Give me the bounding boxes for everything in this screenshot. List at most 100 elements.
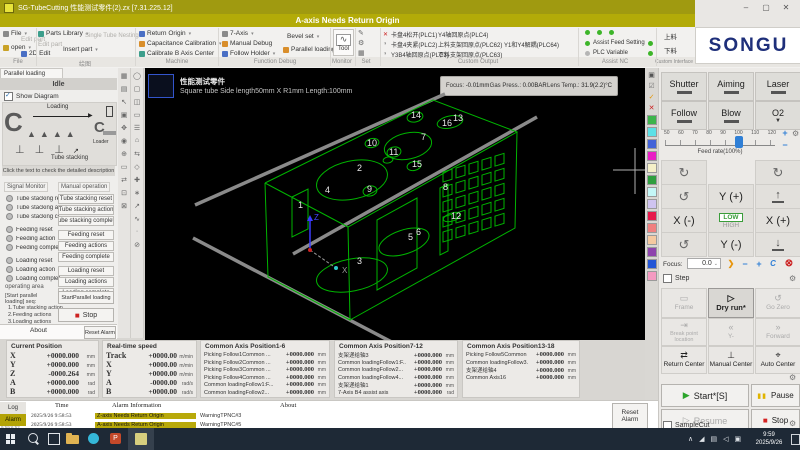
reset-alarm-button[interactable]: Reset Alarm — [612, 403, 648, 429]
rotate-a-minus-button[interactable]: ↺ — [661, 232, 707, 257]
file-explorer-icon[interactable] — [66, 435, 79, 444]
head-up-button[interactable]: ↑ — [755, 184, 800, 209]
calibrate-b-axis-button[interactable]: Calibrate B Axis Center — [139, 50, 214, 57]
go-zero-button[interactable]: ↺Go Zero — [755, 288, 800, 318]
palette-color-swatch[interactable] — [647, 259, 657, 269]
powerpoint-icon[interactable]: P — [110, 433, 121, 444]
palette-color-swatch[interactable] — [647, 187, 657, 197]
manual-center-button[interactable]: ⊥Manual Center — [708, 346, 754, 374]
cad-tool-icon[interactable]: ∿ — [134, 215, 140, 228]
tray-icon[interactable]: ▤ — [711, 435, 718, 443]
frame-button[interactable]: ▭Frame — [661, 288, 707, 318]
set-tool-icon[interactable]: ✎ — [358, 29, 365, 37]
cad-tool-icon[interactable]: ◇ — [134, 163, 139, 176]
break-point-button[interactable]: ⇥Break point location — [661, 318, 707, 346]
palette-color-swatch[interactable] — [647, 151, 657, 161]
show-diagram-checkbox[interactable]: Show Diagram — [4, 92, 59, 101]
focus-run-button[interactable]: ❯ — [725, 258, 737, 269]
palette-color-swatch[interactable] — [647, 199, 657, 209]
set-tool-icon[interactable]: ⚙ — [358, 39, 365, 47]
cad-tool-icon[interactable]: ⇆ — [134, 150, 140, 163]
cad-tool-icon[interactable]: ▢ — [134, 85, 141, 98]
taskbar-clock[interactable]: 9:59 2025/9/26 — [750, 431, 788, 448]
cad-tool-icon[interactable]: ◫ — [134, 98, 141, 111]
manual-operation-button[interactable]: Loading actions — [58, 277, 114, 287]
manual-operation-button[interactable]: Tube stacking action — [58, 205, 114, 215]
cad-tool-icon[interactable]: ⊡ — [121, 189, 127, 202]
cad-tool-icon[interactable]: ▭ — [121, 163, 128, 176]
cad-tool-icon[interactable]: · — [136, 228, 138, 241]
minimize-button[interactable]: – — [738, 2, 754, 13]
tray-icon[interactable]: ∧ — [688, 435, 693, 443]
palette-color-swatch[interactable] — [647, 235, 657, 245]
bevel-set-button[interactable]: Bevel set — [287, 33, 319, 40]
custom-output-extra[interactable]: Y1和Y4解耦(PLC64) — [504, 40, 559, 49]
return-center-button[interactable]: ⇄Return Center — [661, 346, 707, 374]
cad-viewport[interactable]: 性能测试零件 Square tube Side length50mm X R1m… — [145, 68, 645, 340]
tray-icon[interactable]: ▣ — [735, 435, 742, 443]
focus-plus-button[interactable]: + — [753, 258, 765, 269]
cad-tool-icon[interactable]: ⌂ — [135, 137, 139, 150]
feed-plus-button[interactable]: + — [779, 128, 791, 138]
tray-icon[interactable]: ◁ — [723, 435, 728, 443]
task-view-icon[interactable] — [48, 433, 60, 445]
assist-nc-item[interactable]: PLC Variable — [585, 48, 653, 58]
jog-x-plus-button[interactable]: X (+) — [755, 208, 800, 233]
palette-tool-icon[interactable]: ▣ — [648, 71, 655, 82]
o2-button[interactable]: O2▼ — [755, 101, 800, 130]
custom-output-item[interactable]: Y4轴回原点(PLC4) — [438, 29, 502, 39]
tool-button[interactable]: ∿ Tool — [333, 29, 354, 56]
palette-tool-icon[interactable]: ✓ — [649, 93, 655, 104]
stop-loading-button[interactable]: ■Stop — [58, 308, 114, 322]
cad-tool-icon[interactable]: ▦ — [121, 72, 128, 85]
palette-color-swatch[interactable] — [647, 223, 657, 233]
cad-tool-icon[interactable]: ◯ — [133, 72, 141, 85]
rotate-a-ccw-button[interactable]: ↺ — [661, 184, 707, 209]
auto-center-button[interactable]: ⌖Auto Center — [755, 346, 800, 374]
load-up-button[interactable]: 上料 — [664, 31, 677, 41]
reset-alarm-button-left[interactable]: Reset Alarm — [84, 326, 116, 339]
jog-x-minus-button[interactable]: X (-) — [661, 208, 707, 233]
dry-run-button[interactable]: ▷Dry run* — [708, 288, 754, 318]
cad-tool-icon[interactable]: ⊠ — [121, 202, 127, 215]
rotate-a-plus-button[interactable]: ↻ — [661, 160, 707, 185]
laser-button[interactable]: Laser — [755, 72, 800, 101]
load-down-button[interactable]: 下料 — [664, 45, 677, 55]
cad-tool-icon[interactable]: ↗ — [134, 202, 140, 215]
cad-tool-icon[interactable]: ⊘ — [134, 241, 140, 254]
feed-slider-track[interactable] — [665, 140, 775, 146]
palette-color-swatch[interactable] — [647, 163, 657, 173]
manual-operation-button[interactable]: Loading reset — [58, 266, 114, 276]
manual-operation-button[interactable]: Feeding complete — [58, 252, 114, 262]
feed-slider-handle[interactable] — [735, 136, 743, 148]
shutter-button[interactable]: Shutter — [661, 72, 707, 101]
maximize-button[interactable]: ▢ — [758, 2, 774, 13]
return-origin-button[interactable]: Return Origin — [139, 30, 191, 37]
palette-tool-icon[interactable]: ✕ — [649, 104, 655, 115]
palette-color-swatch[interactable] — [647, 247, 657, 257]
cad-tool-icon[interactable]: ▣ — [121, 111, 128, 124]
manual-debug-button[interactable]: Manual Debug — [222, 40, 272, 47]
hint-bar[interactable]: Click the text to check the detailed des… — [2, 166, 115, 176]
run-settings-gear-icon[interactable] — [789, 419, 796, 428]
start-button-windows[interactable] — [6, 434, 16, 444]
close-button[interactable]: ✕ — [778, 2, 794, 13]
cad-tool-icon[interactable]: ✥ — [121, 124, 127, 137]
assist-nc-item[interactable]: Assist Feed Setting — [585, 38, 653, 48]
alarm-log-row[interactable]: 2025/9/26 9:58:53Z-axis Needs Return Ori… — [27, 411, 607, 420]
capacitance-calibration-button[interactable]: Capacitance Calibration — [139, 40, 222, 47]
feed-minus-button[interactable]: − — [779, 140, 791, 150]
focus-minus-button[interactable]: − — [739, 258, 751, 269]
jog-y-plus-button[interactable]: Y (+) — [708, 184, 754, 209]
tray-icon[interactable]: ◢ — [699, 435, 704, 443]
head-down-button[interactable]: ↓ — [755, 232, 800, 257]
cad-tool-icon[interactable]: ▤ — [121, 85, 128, 98]
palette-color-swatch[interactable] — [647, 115, 657, 125]
manual-operation-button[interactable]: Feeding actions — [58, 241, 114, 251]
jog-y-minus-button[interactable]: Y (-) — [708, 232, 754, 257]
cad-tool-icon[interactable]: ▭ — [134, 111, 141, 124]
cad-tool-icon[interactable]: ↖ — [121, 98, 127, 111]
cad-tool-icon[interactable]: ∗ — [134, 189, 140, 202]
palette-tool-icon[interactable]: ☑ — [648, 82, 654, 93]
center-settings-gear-icon[interactable] — [789, 373, 796, 382]
